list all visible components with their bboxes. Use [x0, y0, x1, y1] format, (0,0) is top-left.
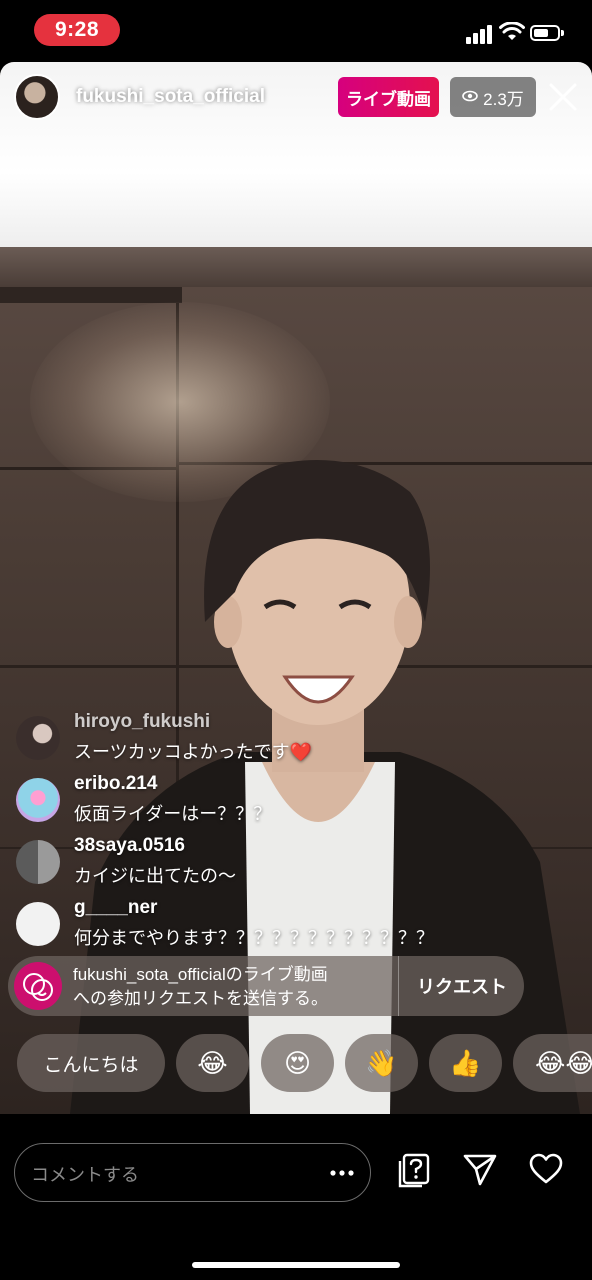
question-icon[interactable] [398, 1153, 432, 1189]
comment-avatar[interactable] [16, 902, 60, 946]
quick-reaction-double-laugh[interactable]: 😂😂 [513, 1034, 592, 1092]
comment-username[interactable]: eribo.214 [74, 773, 157, 795]
comment-username[interactable]: g____ner [74, 897, 157, 919]
request-description: fukushi_sota_officialのライブ動画 への参加リクエストを送信… [73, 965, 328, 1008]
wifi-icon [499, 22, 525, 40]
comment-placeholder: コメントする [31, 1165, 139, 1185]
send-icon[interactable] [462, 1153, 498, 1187]
comment-username[interactable]: 38saya.0516 [74, 835, 185, 857]
battery-icon [530, 25, 560, 41]
avatar[interactable] [14, 74, 60, 120]
comment-item[interactable]: 38saya.0516 カイジに出てたの〜 [16, 835, 576, 891]
request-button[interactable]: リクエスト [400, 956, 524, 1016]
join-request-banner: fukushi_sota_officialのライブ動画 への参加リクエストを送信… [8, 956, 524, 1016]
quick-reaction-wave[interactable]: 👋 [345, 1034, 418, 1092]
more-icon[interactable] [330, 1170, 354, 1176]
comment-avatar[interactable] [16, 778, 60, 822]
status-bar: 9:28 [0, 0, 592, 62]
viewer-count: 2.3万 [483, 89, 524, 109]
live-badge: ライブ動画 [338, 77, 439, 117]
comment-text: カイジに出てたの〜 [74, 866, 236, 886]
status-time[interactable]: 9:28 [34, 14, 120, 46]
comment-input[interactable]: コメントする [14, 1143, 371, 1202]
live-header: fukushi_sota_official ライブ動画 2.3万 [0, 62, 592, 132]
comment-text: 何分までやります？？？？？？？？？？？？ [74, 928, 434, 948]
broadcaster-username[interactable]: fukushi_sota_official [76, 86, 265, 108]
home-indicator [192, 1262, 400, 1268]
comment-avatar[interactable] [16, 840, 60, 884]
request-face-icon [14, 962, 62, 1010]
eye-icon [462, 87, 478, 107]
comment-text: スーツカッコよかったです❤️ [74, 742, 313, 762]
quick-reaction-thumbs-up[interactable]: 👍 [429, 1034, 502, 1092]
quick-reply-hello[interactable]: こんにちは [17, 1034, 165, 1092]
heart-icon[interactable] [528, 1153, 564, 1185]
comment-item[interactable]: eribo.214 仮面ライダーはー？？？ [16, 773, 576, 829]
comment-item[interactable]: g____ner 何分までやります？？？？？？？？？？？？ [16, 897, 576, 953]
comment-username[interactable]: hiroyo_fukushi [74, 711, 210, 733]
comment-avatar[interactable] [16, 716, 60, 760]
signal-icon [466, 24, 494, 44]
comment-text: 仮面ライダーはー？？？ [74, 804, 272, 824]
viewer-count-badge[interactable]: 2.3万 [450, 77, 536, 117]
quick-reaction-laugh[interactable]: 😂 [176, 1034, 249, 1092]
quick-reaction-heart-eyes[interactable]: 😍 [261, 1034, 334, 1092]
comment-item[interactable]: hiroyo_fukushi スーツカッコよかったです❤️ [16, 711, 576, 767]
close-icon[interactable] [546, 80, 580, 114]
heart-emoji: ❤️ [289, 742, 313, 762]
